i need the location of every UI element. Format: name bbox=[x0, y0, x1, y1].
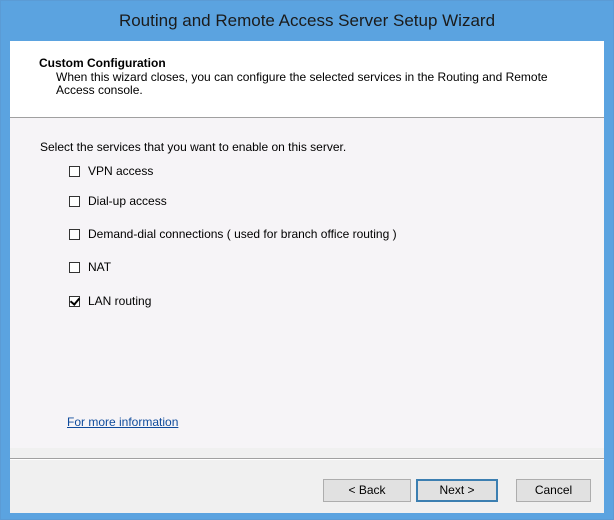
option-label: Demand-dial connections ( used for branc… bbox=[88, 227, 397, 241]
demand-dial-checkbox[interactable] bbox=[69, 228, 80, 240]
wizard-header: Custom Configuration When this wizard cl… bbox=[10, 41, 604, 118]
back-button[interactable]: < Back bbox=[323, 479, 411, 502]
dial-up-access-checkbox[interactable] bbox=[69, 195, 80, 207]
option-dial-up-access[interactable]: Dial-up access bbox=[69, 194, 167, 208]
title-bar[interactable]: Routing and Remote Access Server Setup W… bbox=[1, 1, 613, 41]
nat-checkbox[interactable] bbox=[69, 261, 80, 273]
next-button[interactable]: Next > bbox=[416, 479, 498, 502]
wizard-client-area: Custom Configuration When this wizard cl… bbox=[10, 41, 604, 513]
option-label: VPN access bbox=[88, 164, 154, 178]
wizard-window: Routing and Remote Access Server Setup W… bbox=[0, 0, 614, 520]
option-label: Dial-up access bbox=[88, 194, 167, 208]
option-vpn-access[interactable]: VPN access bbox=[69, 164, 153, 178]
footer-separator bbox=[10, 458, 604, 460]
option-label: LAN routing bbox=[88, 294, 152, 308]
option-label: NAT bbox=[88, 260, 112, 274]
option-demand-dial[interactable]: Demand-dial connections ( used for branc… bbox=[69, 227, 397, 241]
services-prompt: Select the services that you want to ena… bbox=[40, 140, 347, 154]
lan-routing-checkbox[interactable] bbox=[69, 295, 80, 307]
option-lan-routing[interactable]: LAN routing bbox=[69, 294, 151, 308]
wizard-body: Select the services that you want to ena… bbox=[10, 118, 604, 448]
more-info-link[interactable]: For more information bbox=[67, 415, 178, 429]
vpn-access-checkbox[interactable] bbox=[69, 165, 80, 177]
option-nat[interactable]: NAT bbox=[69, 260, 111, 274]
page-title: Custom Configuration bbox=[39, 56, 166, 70]
page-description: When this wizard closes, you can configu… bbox=[56, 70, 548, 97]
cancel-button[interactable]: Cancel bbox=[516, 479, 591, 502]
